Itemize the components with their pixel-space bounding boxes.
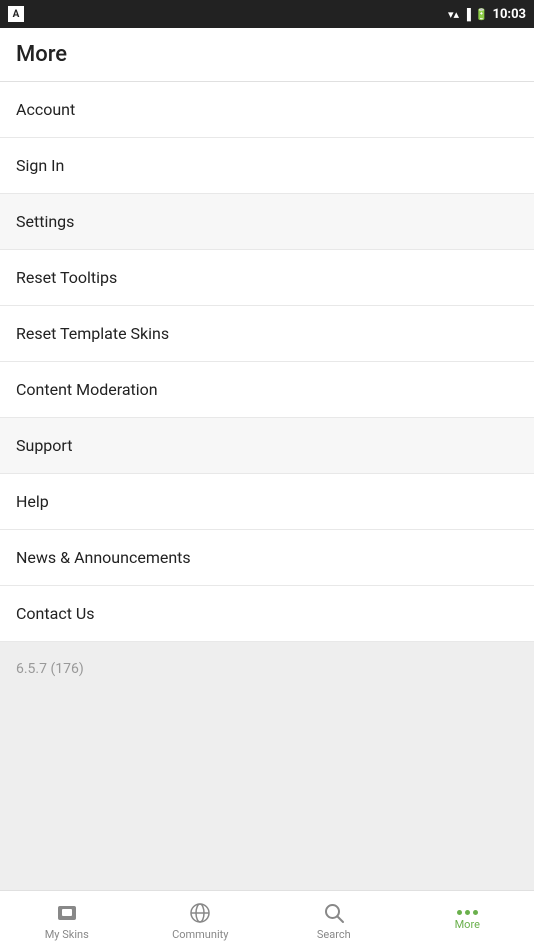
nav-label-my-skins: My Skins (45, 928, 89, 941)
more-dots-icon (457, 910, 478, 915)
nav-label-search: Search (317, 928, 351, 941)
nav-item-search[interactable]: Search (267, 891, 401, 950)
bottom-nav: My Skins Community Search More (0, 890, 534, 950)
battery-icon: 🔋 (475, 8, 489, 21)
app-icon: A (8, 6, 24, 22)
menu-item-help[interactable]: Help (0, 474, 534, 530)
menu-item-label-account: Account (16, 100, 75, 119)
page-header: More (0, 28, 534, 82)
menu-item-reset-template-skins[interactable]: Reset Template Skins (0, 306, 534, 362)
nav-label-community: Community (172, 928, 228, 941)
menu-item-settings[interactable]: Settings (0, 194, 534, 250)
status-bar-left: A (8, 6, 24, 22)
menu-item-account[interactable]: Account (0, 82, 534, 138)
menu-item-label-news-announcements: News & Announcements (16, 548, 191, 567)
menu-item-label-sign-in: Sign In (16, 156, 64, 175)
menu-item-label-content-moderation: Content Moderation (16, 380, 158, 399)
status-bar: A ▾▴ ▐ 🔋 10:03 (0, 0, 534, 28)
wifi-icon: ▾▴ (448, 8, 459, 21)
menu-item-support[interactable]: Support (0, 418, 534, 474)
menu-item-label-reset-tooltips: Reset Tooltips (16, 268, 117, 287)
status-time: 10:03 (493, 7, 527, 22)
menu-item-label-settings: Settings (16, 212, 74, 231)
community-icon (188, 901, 212, 925)
menu-item-content-moderation[interactable]: Content Moderation (0, 362, 534, 418)
menu-item-reset-tooltips[interactable]: Reset Tooltips (0, 250, 534, 306)
version-section: 6.5.7 (176) (0, 642, 534, 894)
search-icon (322, 901, 346, 925)
signal-icon: ▐ (463, 8, 471, 21)
nav-item-my-skins[interactable]: My Skins (0, 891, 134, 950)
menu-item-label-reset-template-skins: Reset Template Skins (16, 324, 169, 343)
nav-label-more: More (455, 918, 480, 931)
menu-item-sign-in[interactable]: Sign In (0, 138, 534, 194)
menu-item-news-announcements[interactable]: News & Announcements (0, 530, 534, 586)
skins-icon (55, 901, 79, 925)
status-bar-right: ▾▴ ▐ 🔋 10:03 (448, 7, 526, 22)
nav-item-more[interactable]: More (401, 891, 534, 950)
nav-item-community[interactable]: Community (134, 891, 268, 950)
version-text: 6.5.7 (176) (16, 661, 84, 677)
page-title: More (16, 42, 67, 67)
content-area: More Account Sign In Settings Reset Tool… (0, 28, 534, 894)
menu-item-label-help: Help (16, 492, 49, 511)
menu-item-label-contact-us: Contact Us (16, 604, 95, 623)
menu-item-label-support: Support (16, 436, 72, 455)
menu-item-contact-us[interactable]: Contact Us (0, 586, 534, 642)
menu-list: Account Sign In Settings Reset Tooltips … (0, 82, 534, 642)
